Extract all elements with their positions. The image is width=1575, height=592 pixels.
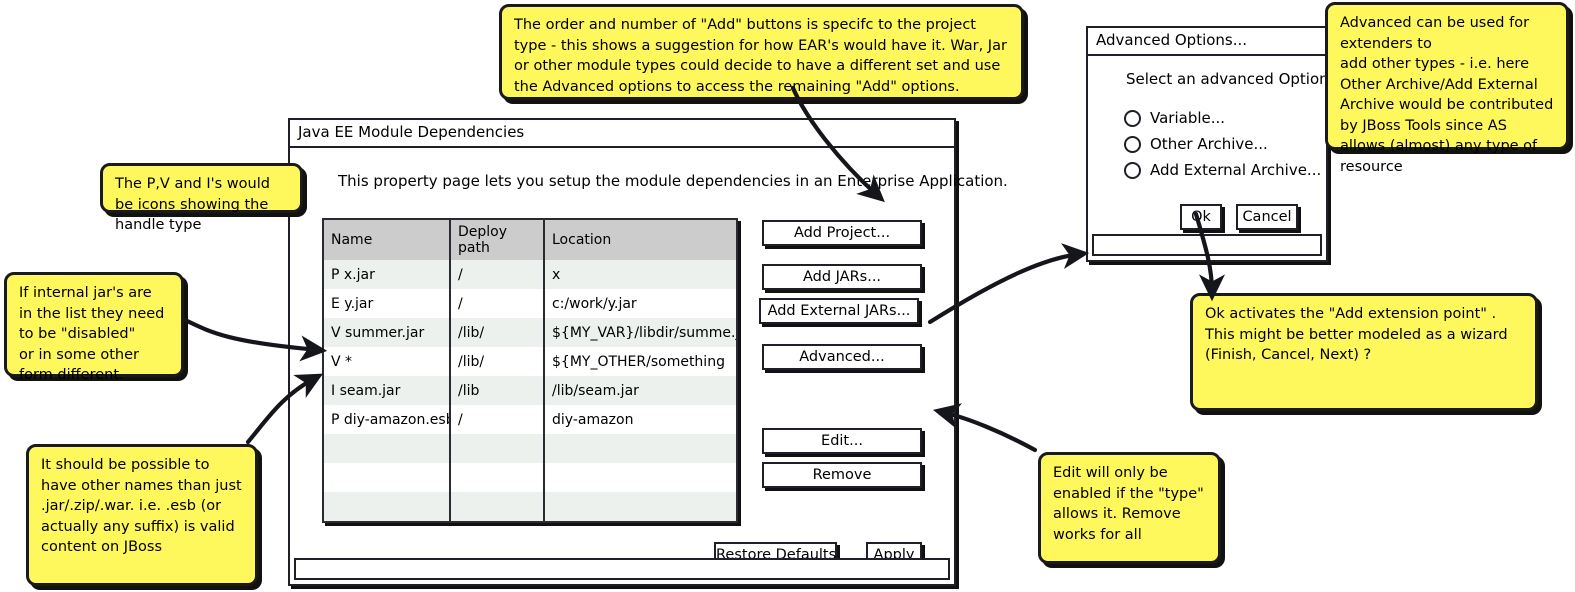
advanced-options-dialog: Advanced Options... Select an advanced O… bbox=[1086, 26, 1334, 262]
cell-name bbox=[324, 434, 451, 463]
radio-option-add-external-archive[interactable]: Add External Archive... bbox=[1124, 161, 1321, 179]
cancel-button[interactable]: Cancel bbox=[1236, 204, 1298, 230]
cell-name: V * bbox=[324, 347, 451, 376]
cell-deploy-path: / bbox=[450, 260, 545, 289]
cell-name: E y.jar bbox=[324, 289, 451, 318]
add-project-button[interactable]: Add Project... bbox=[762, 220, 922, 246]
add-external-jars-button[interactable]: Add External JARs... bbox=[759, 298, 919, 324]
cell-name bbox=[324, 521, 450, 523]
radio-label: Other Archive... bbox=[1150, 135, 1268, 153]
table-row[interactable]: E y.jar / c:/work/y.jar bbox=[324, 289, 736, 318]
table-header-row: Name Deploy path Location bbox=[324, 220, 736, 260]
dialog-body: Select an advanced Option: Variable... O… bbox=[1088, 56, 1334, 260]
dialog-status-bar bbox=[1092, 234, 1322, 256]
note-handle-icons: The P,V and I's would be icons showing t… bbox=[100, 163, 303, 233]
remove-button[interactable]: Remove bbox=[762, 462, 922, 488]
note-edit-remove: Edit will only be enabled if the "type" … bbox=[1038, 452, 1221, 564]
cell-name: P x.jar bbox=[324, 260, 451, 289]
column-header-name[interactable]: Name bbox=[324, 220, 451, 260]
page-title: Java EE Module Dependencies bbox=[298, 123, 525, 141]
radio-circle-icon[interactable] bbox=[1124, 161, 1141, 179]
window-status-bar bbox=[294, 558, 950, 580]
add-jars-button[interactable]: Add JARs... bbox=[762, 264, 922, 290]
note-internal-jars: If internal jar's are in the list they n… bbox=[4, 272, 184, 383]
cell-location: x bbox=[552, 266, 561, 283]
cell-name: P diy-amazon.esb bbox=[324, 405, 451, 434]
dialog-prompt: Select an advanced Option: bbox=[1126, 70, 1334, 88]
cell-deploy-path bbox=[450, 492, 545, 521]
column-header-location[interactable]: Location bbox=[544, 220, 736, 260]
column-header-deploy-path[interactable]: Deploy path bbox=[450, 220, 545, 260]
cell-name bbox=[324, 492, 451, 521]
java-ee-module-dependencies-window: Java EE Module Dependencies This propert… bbox=[288, 118, 1008, 586]
note-advanced-extenders: Advanced can be used for extenders to ad… bbox=[1325, 2, 1569, 175]
table-row[interactable] bbox=[324, 521, 736, 523]
cell-location: diy-amazon bbox=[552, 411, 634, 428]
radio-label: Add External Archive... bbox=[1150, 161, 1322, 179]
cell-name: V summer.jar bbox=[324, 318, 451, 347]
table-row[interactable]: V * /lib/ ${MY_OTHER/something bbox=[324, 347, 736, 376]
cell-location: /lib/seam.jar bbox=[552, 382, 639, 399]
cell-deploy-path: /lib/ bbox=[450, 318, 545, 347]
note-other-names: It should be possible to have other name… bbox=[26, 444, 258, 586]
table-row[interactable]: P diy-amazon.esb / diy-amazon bbox=[324, 405, 736, 434]
edit-button[interactable]: Edit... bbox=[762, 428, 922, 454]
cell-deploy-path bbox=[450, 521, 544, 523]
table-row[interactable]: I seam.jar /lib /lib/seam.jar bbox=[324, 376, 736, 405]
note-ok-wizard: Ok activates the "Add extension point" .… bbox=[1190, 293, 1538, 411]
cell-location bbox=[544, 463, 736, 492]
table-row[interactable]: P x.jar / x bbox=[324, 260, 736, 289]
ok-button[interactable]: Ok bbox=[1180, 204, 1222, 230]
radio-circle-icon[interactable] bbox=[1124, 135, 1141, 153]
advanced-button[interactable]: Advanced... bbox=[762, 344, 922, 370]
radio-label: Variable... bbox=[1150, 109, 1226, 127]
cell-location bbox=[544, 521, 736, 523]
table-row[interactable]: V summer.jar /lib/ ${MY_VAR}/libdir/summ… bbox=[324, 318, 736, 347]
radio-circle-icon[interactable] bbox=[1124, 109, 1141, 127]
table-body: P x.jar / x E y.jar / c:/work/y.jar V su… bbox=[324, 260, 736, 523]
cell-deploy-path: /lib/ bbox=[450, 347, 545, 376]
cell-location: ${MY_VAR}/libdir/summe.jar bbox=[552, 324, 736, 341]
cell-name: I seam.jar bbox=[324, 376, 451, 405]
dialog-title: Advanced Options... bbox=[1096, 31, 1248, 49]
table-row[interactable] bbox=[324, 492, 736, 521]
cell-deploy-path bbox=[450, 434, 545, 463]
note-add-buttons: The order and number of "Add" buttons is… bbox=[499, 4, 1024, 100]
table-row[interactable] bbox=[324, 434, 736, 463]
radio-option-variable[interactable]: Variable... bbox=[1124, 109, 1225, 127]
mockup-canvas: Java EE Module Dependencies This propert… bbox=[0, 0, 1575, 592]
cell-location: ${MY_OTHER/something bbox=[552, 353, 725, 370]
table-row[interactable] bbox=[324, 463, 736, 492]
cell-deploy-path bbox=[450, 463, 545, 492]
cell-location bbox=[544, 434, 736, 463]
window-body: This property page lets you setup the mo… bbox=[290, 148, 1008, 584]
cell-deploy-path: / bbox=[450, 289, 545, 318]
cell-location: c:/work/y.jar bbox=[552, 295, 637, 312]
radio-option-other-archive[interactable]: Other Archive... bbox=[1124, 135, 1268, 153]
page-description: This property page lets you setup the mo… bbox=[338, 172, 1008, 190]
cell-location bbox=[544, 492, 736, 521]
window-title-bar: Java EE Module Dependencies bbox=[290, 120, 954, 148]
dialog-title-bar: Advanced Options... bbox=[1088, 28, 1326, 56]
cell-deploy-path: /lib bbox=[450, 376, 545, 405]
cell-deploy-path: / bbox=[450, 405, 545, 434]
cell-name bbox=[324, 463, 451, 492]
dependencies-table[interactable]: Name Deploy path Location P x.jar / x E … bbox=[322, 218, 738, 523]
